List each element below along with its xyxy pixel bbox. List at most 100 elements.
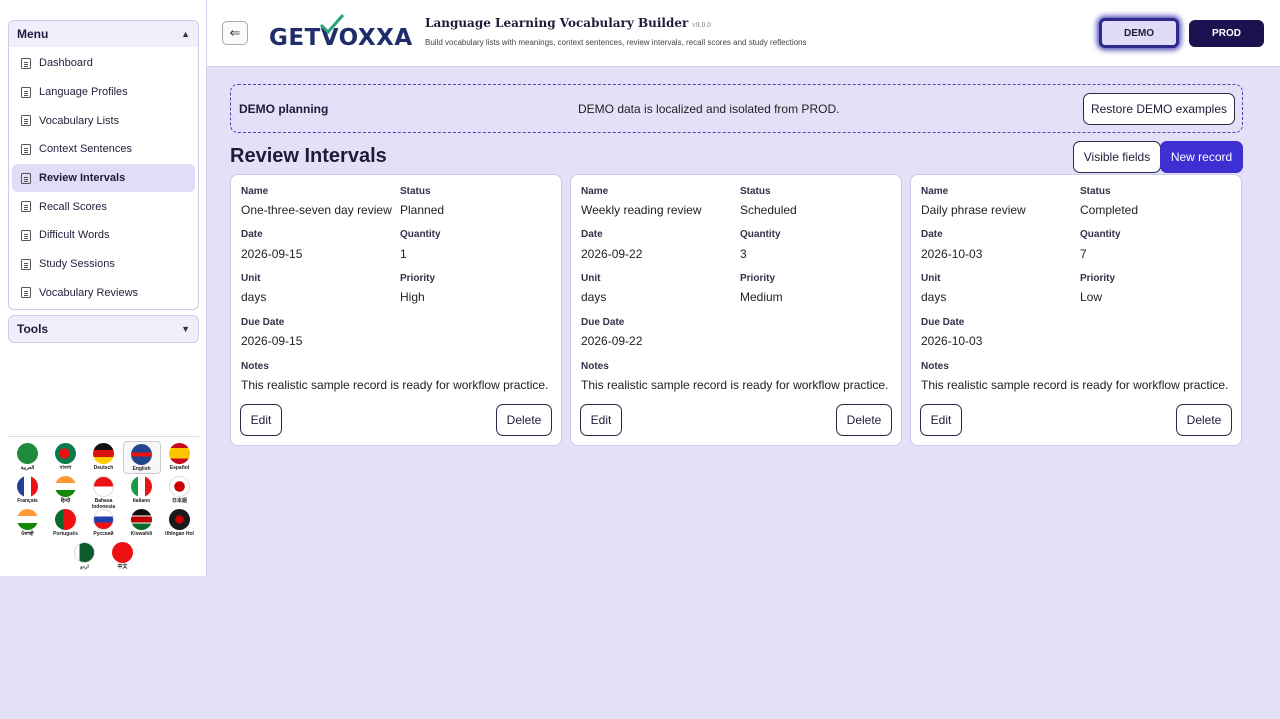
language-picker: العربية বাংলা Deutsch English Español Fr… xyxy=(8,436,199,573)
sidebar-item-vocabulary-lists[interactable]: Vocabulary Lists xyxy=(12,106,195,135)
sidebar-item-label: Vocabulary Reviews xyxy=(39,286,139,299)
date-value: 2026-09-15 xyxy=(241,247,303,261)
tools-header[interactable]: Tools ▼ xyxy=(8,315,199,343)
sidebar-item-label: Study Sessions xyxy=(39,258,115,271)
sidebar-item-study-sessions[interactable]: Study Sessions xyxy=(12,250,195,279)
flag-icon xyxy=(169,476,190,497)
due-date-label: Due Date xyxy=(921,317,965,328)
env-demo-button[interactable]: DEMO xyxy=(1099,18,1179,48)
document-icon xyxy=(21,258,31,270)
delete-button[interactable]: Delete xyxy=(1176,404,1232,436)
notes-label: Notes xyxy=(581,361,609,372)
flag-icon xyxy=(131,476,152,497)
edit-button[interactable]: Edit xyxy=(920,404,962,436)
app-version: v9.0.0 xyxy=(692,22,711,29)
notes-label: Notes xyxy=(241,361,269,372)
quantity-label: Quantity xyxy=(740,229,781,240)
unit-value: days xyxy=(581,290,607,304)
language-option-spanish[interactable]: Español xyxy=(161,441,199,474)
flag-icon xyxy=(74,542,95,563)
language-option-urdu[interactable]: اردو xyxy=(66,540,104,573)
flag-icon xyxy=(55,443,76,464)
document-icon xyxy=(21,115,31,127)
sidebar-item-label: Vocabulary Lists xyxy=(39,114,120,127)
banner-title: DEMO planning xyxy=(239,102,329,116)
flag-icon xyxy=(131,509,152,530)
notes-label: Notes xyxy=(921,361,949,372)
sidebar-item-label: Review Intervals xyxy=(39,172,126,185)
new-record-button[interactable]: New record xyxy=(1160,141,1243,173)
document-icon xyxy=(21,57,31,69)
language-option-indonesian[interactable]: Bahasa Indonesia xyxy=(85,474,123,510)
record-card: Name Weekly reading review Status Schedu… xyxy=(570,174,902,446)
language-option-portuguese[interactable]: Português xyxy=(47,507,85,540)
quantity-value: 3 xyxy=(740,247,747,261)
quantity-label: Quantity xyxy=(400,229,441,240)
language-option-klingon[interactable]: tlhIngan Hol xyxy=(161,507,199,540)
status-label: Status xyxy=(1080,186,1111,197)
delete-button[interactable]: Delete xyxy=(836,404,892,436)
language-option-hindi[interactable]: हिन्दी xyxy=(47,474,85,507)
unit-value: days xyxy=(921,290,947,304)
unit-label: Unit xyxy=(581,273,601,284)
notes-value: This realistic sample record is ready fo… xyxy=(921,378,1229,392)
name-label: Name xyxy=(241,186,269,197)
language-option-english[interactable]: English xyxy=(122,441,161,474)
document-icon xyxy=(21,86,31,98)
sidebar-item-review-intervals[interactable]: Review Intervals xyxy=(12,163,195,193)
date-label: Date xyxy=(921,229,943,240)
priority-label: Priority xyxy=(400,273,436,284)
language-option-russian[interactable]: Русский xyxy=(85,507,123,540)
sidebar-item-difficult-words[interactable]: Difficult Words xyxy=(12,221,195,250)
language-option-french[interactable]: Français xyxy=(9,474,47,507)
banner-message: DEMO data is localized and isolated from… xyxy=(578,102,840,116)
edit-button[interactable]: Edit xyxy=(240,404,282,436)
language-option-japanese[interactable]: 日本語 xyxy=(161,474,199,507)
edit-button[interactable]: Edit xyxy=(580,404,622,436)
quantity-value: 1 xyxy=(400,247,407,261)
collapse-sidebar-button[interactable]: ⇐ xyxy=(222,21,248,45)
unit-value: days xyxy=(241,290,267,304)
language-option-bengali[interactable]: বাংলা xyxy=(47,441,85,474)
delete-button[interactable]: Delete xyxy=(496,404,552,436)
sidebar-item-label: Dashboard xyxy=(39,57,93,70)
restore-demo-button[interactable]: Restore DEMO examples xyxy=(1083,93,1235,125)
language-option-italian[interactable]: Italiano xyxy=(123,474,161,507)
sidebar-item-label: Difficult Words xyxy=(39,229,110,242)
language-option-german[interactable]: Deutsch xyxy=(85,441,123,474)
notes-value: This realistic sample record is ready fo… xyxy=(241,378,549,392)
priority-value: High xyxy=(400,290,425,304)
language-option-arabic[interactable]: العربية xyxy=(9,441,47,474)
sidebar-item-dashboard[interactable]: Dashboard xyxy=(12,49,195,78)
language-option-punjabi[interactable]: ਪੰਜਾਬੀ xyxy=(9,507,47,540)
status-label: Status xyxy=(400,186,431,197)
status-value: Completed xyxy=(1080,203,1139,217)
document-icon xyxy=(21,201,31,213)
menu-panel: Menu ▲ Dashboard Language Profiles Vocab… xyxy=(8,20,199,310)
name-value: Daily phrase review xyxy=(921,203,1026,217)
chevron-down-icon: ▼ xyxy=(181,324,190,334)
visible-fields-button[interactable]: Visible fields xyxy=(1073,141,1161,173)
quantity-value: 7 xyxy=(1080,247,1087,261)
env-prod-button[interactable]: PROD xyxy=(1189,20,1264,47)
app-title-text: Language Learning Vocabulary Builder xyxy=(425,16,689,30)
sidebar-item-label: Language Profiles xyxy=(39,86,128,99)
sidebar-item-context-sentences[interactable]: Context Sentences xyxy=(12,135,195,164)
menu-header[interactable]: Menu ▲ xyxy=(9,21,198,47)
sidebar-item-vocabulary-reviews[interactable]: Vocabulary Reviews xyxy=(12,279,195,308)
flag-icon xyxy=(112,542,133,563)
language-option-chinese[interactable]: 中文 xyxy=(104,540,142,573)
app-logo: GETVOXXA xyxy=(269,14,413,51)
demo-banner: DEMO planning DEMO data is localized and… xyxy=(230,84,1243,133)
flag-icon xyxy=(55,509,76,530)
sidebar-item-recall-scores[interactable]: Recall Scores xyxy=(12,192,195,221)
language-option-swahili[interactable]: Kiswahili xyxy=(123,507,161,540)
name-label: Name xyxy=(581,186,609,197)
record-card: Name One-three-seven day review Status P… xyxy=(230,174,562,446)
sidebar-item-label: Context Sentences xyxy=(39,143,132,156)
due-date-value: 2026-09-22 xyxy=(581,334,643,348)
sidebar-item-language-profiles[interactable]: Language Profiles xyxy=(12,78,195,107)
name-value: One-three-seven day review xyxy=(241,203,392,217)
flag-icon xyxy=(17,443,38,464)
name-label: Name xyxy=(921,186,949,197)
